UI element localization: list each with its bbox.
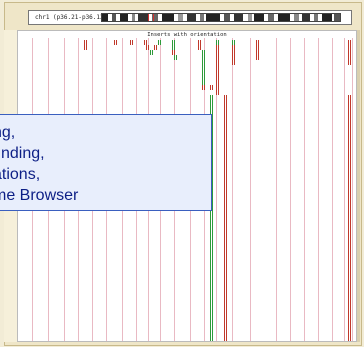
guide-line [304,38,305,341]
guide-line [276,38,277,341]
guide-line [232,38,233,341]
ideogram-band [138,14,148,21]
reverse-insert-glyph [84,45,87,50]
reverse-insert-glyph [216,90,219,95]
reverse-insert-glyph [146,45,149,50]
reverse-insert-glyph [144,40,147,45]
forward-insert-glyph [210,340,213,341]
reverse-insert-glyph [154,45,157,50]
chromosome-navigator[interactable]: chr1 (p36.21-p36.13) [28,10,352,25]
ideogram-band [120,14,128,21]
reverse-insert-glyph [256,55,259,60]
ideogram-band [206,14,220,21]
callout-line: finding, [0,145,45,162]
ideogram-band [314,14,318,21]
ideogram-band [302,14,310,21]
ideogram-band [322,14,332,21]
track-title: Inserts with orientation [147,32,227,38]
guide-line [332,38,333,341]
callout-line: ng, [0,124,16,141]
guide-line [250,38,251,341]
ideogram-band [178,14,183,21]
ideogram-band [200,14,204,21]
ideogram-position-marker[interactable] [148,14,154,21]
reverse-insert-glyph [348,60,351,65]
ideogram-band [102,14,108,21]
ideogram-band [224,14,230,21]
ideogram-band [254,14,264,21]
reverse-insert-glyph [210,85,213,90]
ideogram-band [248,14,252,21]
ideogram-band [187,14,196,21]
reverse-insert-glyph [172,50,175,55]
ideogram-band [234,14,243,21]
chromosome-ideogram[interactable] [101,13,341,22]
callout-line: ations, [0,166,41,183]
ideogram-band [278,14,290,21]
guide-line [290,38,291,341]
ideogram-band [268,14,274,21]
callout-line: me Browser [0,187,79,204]
reverse-insert-glyph [224,340,227,341]
forward-insert-glyph [174,55,177,60]
guide-line [352,38,353,341]
reverse-insert-glyph [130,40,133,45]
forward-insert-glyph [150,50,153,55]
callout-box: ng, finding, ations, me Browser [0,114,212,211]
reverse-insert-glyph [114,40,117,45]
guide-line [318,38,319,341]
reverse-insert-glyph [232,60,235,65]
reverse-insert-glyph [348,340,351,341]
ideogram-band [334,14,340,21]
reverse-insert-glyph [202,85,205,90]
chromosome-label: chr1 (p36.21-p36.13) [35,14,108,21]
ideogram-band [132,14,135,21]
guide-line [344,38,345,341]
ideogram-band [294,14,299,21]
right-scrollbar[interactable] [357,30,360,342]
reverse-insert-glyph [198,45,201,50]
forward-insert-glyph [158,40,161,45]
ideogram-band [162,14,174,21]
ideogram-band [112,14,116,21]
